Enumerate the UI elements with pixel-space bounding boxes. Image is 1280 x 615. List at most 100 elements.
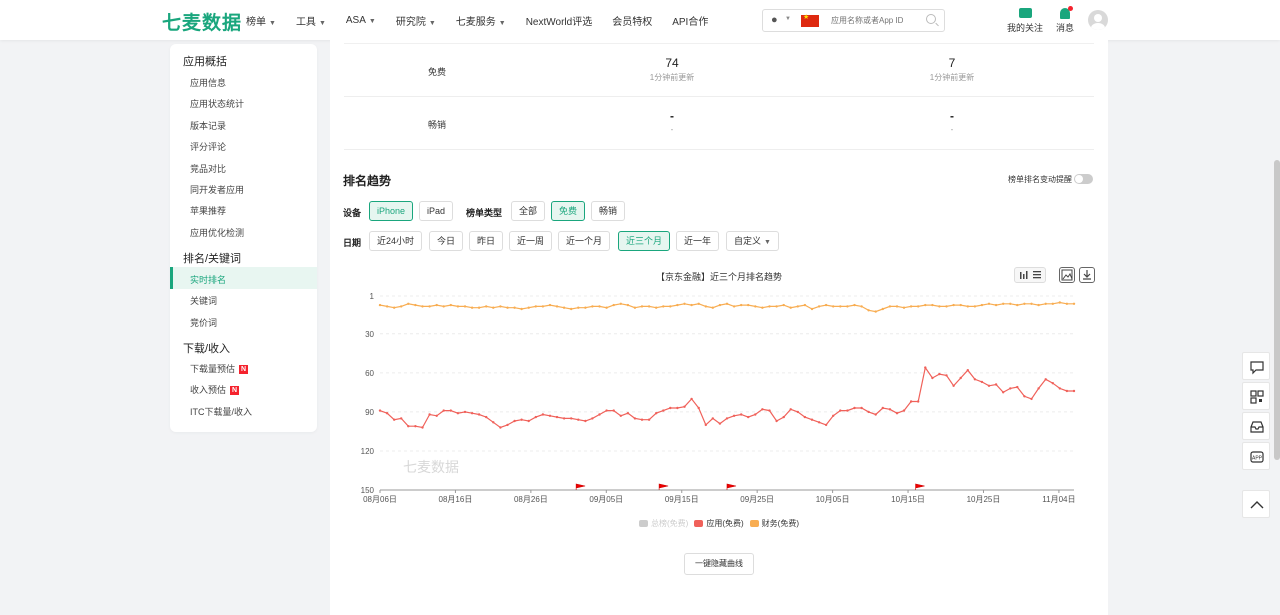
type-grossing-chip[interactable]: 畅销: [591, 201, 626, 221]
date-3months-chip[interactable]: 近三个月: [618, 231, 671, 251]
image-export-icon[interactable]: [1059, 267, 1075, 283]
search-input[interactable]: [831, 12, 921, 29]
series-point: [1002, 391, 1005, 394]
messages-button[interactable]: 消息: [1056, 6, 1074, 34]
series-point: [782, 415, 785, 419]
apple-platform-icon[interactable]: ●: [771, 14, 778, 26]
app-float-button[interactable]: APP: [1242, 442, 1270, 470]
nav-item[interactable]: 榜单 ▼: [246, 13, 276, 28]
nav-item[interactable]: NextWorld评选: [526, 13, 593, 28]
series-point: [711, 417, 714, 420]
series-point: [867, 410, 870, 414]
series-point: [895, 305, 899, 308]
device-iphone-chip[interactable]: iPhone: [369, 201, 414, 221]
series-point: [817, 421, 821, 424]
series-point: [435, 303, 438, 307]
nav-item[interactable]: 会员特权: [612, 13, 652, 28]
user-avatar[interactable]: [1088, 10, 1108, 30]
legend-swatch: [749, 520, 759, 527]
series-point: [973, 378, 977, 381]
x-tick-label: 08月06日: [363, 495, 397, 504]
sidebar-item[interactable]: 评分评论: [190, 140, 226, 153]
sidebar-item[interactable]: 版本记录: [190, 119, 226, 132]
date-year-chip[interactable]: 近一年: [676, 231, 720, 251]
chevron-down-icon[interactable]: ▼: [785, 16, 791, 22]
nav-item[interactable]: 七麦服务 ▼: [456, 13, 506, 28]
hide-all-curves-button[interactable]: 一键隐藏曲线: [684, 553, 754, 575]
series-point: [980, 303, 984, 307]
sidebar-item[interactable]: 竞价词: [190, 316, 217, 329]
date-month-chip[interactable]: 近一个月: [558, 231, 611, 251]
rank-updated: -: [670, 125, 674, 134]
series-point: [803, 303, 807, 307]
series-point: [1065, 389, 1069, 393]
series-point: [881, 307, 884, 311]
site-logo[interactable]: 七麦数据: [162, 8, 242, 35]
qrcode-float-button[interactable]: [1242, 382, 1270, 410]
sidebar-item-label: 收入预估: [190, 385, 227, 396]
series-point: [952, 303, 955, 307]
date-week-chip[interactable]: 近一周: [509, 231, 553, 251]
page-scrollbar[interactable]: [1274, 160, 1280, 460]
series-point: [598, 413, 601, 416]
legend-item[interactable]: 财务(免费): [749, 518, 799, 529]
series-point: [393, 418, 396, 421]
date-24h-chip[interactable]: 近24小时: [369, 231, 423, 251]
series-point: [605, 409, 608, 412]
sidebar-item[interactable]: 应用信息: [190, 76, 226, 89]
series-point: [704, 423, 707, 427]
series-point: [789, 306, 792, 309]
date-today-chip[interactable]: 今日: [429, 231, 464, 251]
sidebar-item[interactable]: ITC下载量/收入: [190, 405, 252, 418]
series-point: [534, 415, 537, 419]
date-yesterday-chip[interactable]: 昨日: [469, 231, 504, 251]
date-custom-chip[interactable]: 自定义 ▼: [726, 231, 779, 251]
back-to-top-button[interactable]: [1242, 490, 1270, 518]
chevron-down-icon: ▼: [498, 19, 506, 27]
sidebar-item[interactable]: 应用状态统计: [190, 97, 244, 110]
series-point: [655, 306, 658, 309]
series-point: [407, 425, 410, 428]
my-favorites-button[interactable]: 我的关注: [1007, 8, 1043, 34]
inbox-float-button[interactable]: [1242, 412, 1270, 440]
bar-chart-icon[interactable]: [1015, 268, 1045, 282]
series-point: [449, 409, 452, 412]
nav-item[interactable]: API合作: [672, 13, 708, 28]
chart-icon: [1018, 8, 1032, 18]
nav-item[interactable]: ASA ▼: [346, 15, 376, 26]
rank-change-alert-toggle[interactable]: [1074, 174, 1093, 184]
sidebar-item[interactable]: 应用优化检测: [190, 226, 244, 239]
sidebar-item[interactable]: 关键词: [190, 294, 217, 307]
series-point: [697, 302, 700, 305]
nav-item-label: 会员特权: [612, 16, 653, 28]
nav-item[interactable]: 研究院 ▼: [396, 13, 436, 28]
china-flag-icon[interactable]: [801, 13, 819, 27]
chat-float-button[interactable]: [1242, 352, 1270, 380]
sidebar-item[interactable]: 收入预估 N: [190, 383, 240, 396]
series-point: [1044, 378, 1047, 381]
series-point: [485, 305, 488, 308]
device-ipad-chip[interactable]: iPad: [419, 201, 454, 221]
download-icon[interactable]: [1079, 267, 1095, 283]
series-point: [1037, 387, 1040, 390]
app-search-box[interactable]: ● ▼: [762, 9, 945, 32]
chart-view-toggle[interactable]: [1014, 267, 1046, 283]
sidebar-item[interactable]: 实时排名: [190, 273, 226, 286]
sidebar-item[interactable]: 同开发者应用: [190, 183, 244, 196]
series-point: [414, 425, 417, 428]
search-icon[interactable]: [926, 14, 936, 24]
sidebar-item[interactable]: 苹果推荐: [190, 204, 226, 217]
type-all-chip[interactable]: 全部: [511, 201, 546, 221]
series-point: [1009, 387, 1012, 390]
nav-item[interactable]: 工具 ▼: [296, 13, 326, 28]
series-point: [435, 414, 438, 417]
sidebar-item[interactable]: 下载量预估 N: [190, 362, 249, 375]
legend-item[interactable]: 总榜(免费): [639, 518, 688, 529]
type-free-chip[interactable]: 免费: [551, 201, 586, 221]
nav-item-label: 工具: [295, 16, 316, 28]
series-point: [832, 414, 835, 417]
sidebar-item[interactable]: 竞品对比: [190, 162, 226, 175]
series-point: [987, 302, 991, 305]
version-flag-icon: [575, 483, 586, 490]
legend-item[interactable]: 应用(免费): [694, 518, 744, 529]
